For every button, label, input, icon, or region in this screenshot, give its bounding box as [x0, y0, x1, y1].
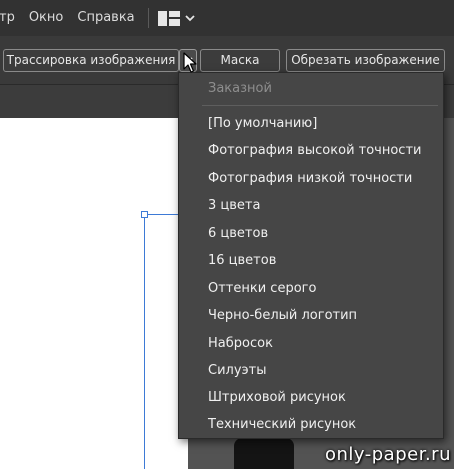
artboard — [0, 118, 188, 469]
selection-edge-top — [144, 214, 180, 215]
menu-item-high-fidelity-photo[interactable]: Фотография высокой точности — [208, 140, 421, 162]
menu-window[interactable]: Окно — [22, 0, 71, 36]
menu-item-16-colors[interactable]: 16 цветов — [208, 250, 276, 272]
image-trace-button[interactable]: Трассировка изображения — [3, 49, 179, 72]
crop-image-button[interactable]: Обрезать изображение — [286, 49, 445, 72]
menu-item-technical-drawing[interactable]: Технический рисунок — [208, 414, 356, 436]
menu-item-silhouettes[interactable]: Силуэты — [208, 360, 267, 382]
menu-item-3-colors[interactable]: 3 цвета — [208, 195, 260, 217]
menu-item-grayscale[interactable]: Оттенки серого — [208, 278, 316, 300]
menu-item-bw-logo[interactable]: Черно-белый логотип — [208, 305, 357, 327]
menu-help[interactable]: Справка — [70, 0, 141, 36]
menu-item-sketched-art[interactable]: Набросок — [208, 333, 273, 355]
chevron-down-icon — [185, 14, 195, 21]
mouse-cursor-icon — [183, 52, 197, 73]
menu-item-low-fidelity-photo[interactable]: Фотография низкой точности — [208, 168, 412, 190]
menu-separator — [147, 8, 149, 28]
placed-image — [234, 438, 294, 469]
selection-handle[interactable] — [141, 211, 148, 218]
menu-bar: тр Окно Справка — [0, 0, 454, 36]
menu-header-custom: Заказной — [208, 81, 272, 96]
menu-divider — [202, 105, 438, 106]
mask-button[interactable]: Маска — [200, 49, 280, 72]
watermark: only-paper.ru — [325, 444, 451, 465]
workspace-layout-icon — [157, 10, 180, 26]
menu-view[interactable]: тр — [0, 0, 22, 36]
menu-item-default[interactable]: [По умолчанию] — [208, 113, 317, 135]
workspace-switcher-button[interactable] — [157, 0, 195, 36]
menu-item-line-art[interactable]: Штриховой рисунок — [208, 387, 346, 409]
trace-presets-menu: Заказной [По умолчанию] Фотография высок… — [178, 72, 444, 439]
selection-edge-left — [144, 214, 145, 469]
menu-item-6-colors[interactable]: 6 цветов — [208, 223, 268, 245]
